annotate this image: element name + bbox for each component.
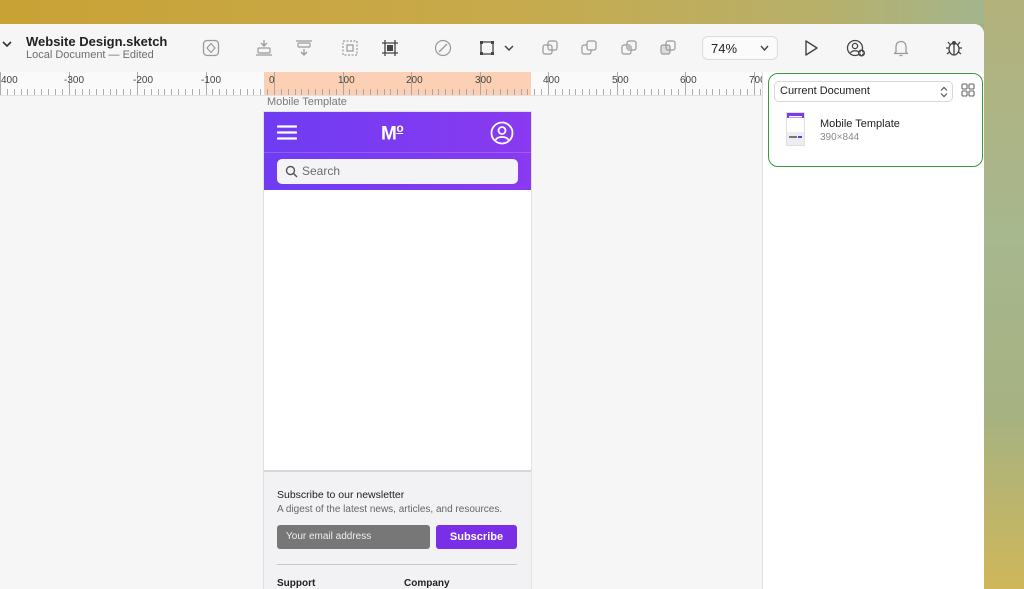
hamburger-menu-icon[interactable] bbox=[277, 125, 297, 140]
subtract-icon[interactable] bbox=[579, 38, 599, 58]
inspector-sidebar: Current Document Mobile Template 390×844 bbox=[762, 72, 984, 589]
add-collaborator-icon[interactable] bbox=[846, 38, 866, 58]
union-icon[interactable] bbox=[540, 38, 560, 58]
template-size: 390×844 bbox=[820, 132, 860, 143]
document-select-value: Current Document bbox=[780, 85, 870, 97]
ruler-label: -300 bbox=[64, 75, 84, 86]
footer-col-company: Company bbox=[404, 578, 450, 589]
ruler-label: 700 bbox=[749, 75, 762, 86]
email-field[interactable]: Your email address bbox=[277, 525, 430, 549]
ruler-label: 600 bbox=[680, 75, 697, 86]
grid-view-icon[interactable] bbox=[961, 83, 975, 97]
newsletter-description: A digest of the latest news, articles, a… bbox=[277, 504, 503, 515]
document-select[interactable]: Current Document bbox=[774, 81, 953, 102]
ruler-label: 200 bbox=[406, 75, 423, 86]
ruler-label: -200 bbox=[133, 75, 153, 86]
ruler-label: 100 bbox=[338, 75, 355, 86]
template-picker: Current Document Mobile Template 390×844 bbox=[768, 73, 983, 167]
zoom-select[interactable]: 74% bbox=[702, 36, 778, 60]
ruler-label: -100 bbox=[201, 75, 221, 86]
ruler-label: 0 bbox=[269, 75, 275, 86]
intersect-icon[interactable] bbox=[619, 38, 639, 58]
chevron-down-icon bbox=[760, 45, 769, 52]
horizontal-ruler: 400 -300 -200 -100 0 100 200 300 400 500… bbox=[0, 72, 762, 96]
mobile-footer: Subscribe to our newsletter A digest of … bbox=[264, 470, 531, 589]
zoom-value: 74% bbox=[711, 41, 738, 56]
difference-icon[interactable] bbox=[658, 38, 678, 58]
align-icon[interactable] bbox=[254, 38, 274, 58]
search-icon bbox=[285, 165, 298, 178]
account-icon[interactable] bbox=[490, 121, 514, 145]
notifications-icon[interactable] bbox=[891, 38, 911, 58]
ruler-label: 300 bbox=[475, 75, 492, 86]
document-title[interactable]: Website Design.sketch bbox=[26, 34, 167, 49]
desktop-background-top bbox=[0, 0, 1024, 24]
template-thumbnail-icon[interactable] bbox=[786, 112, 805, 146]
artboard-label[interactable]: Mobile Template bbox=[267, 96, 347, 108]
ruler-label: 400 bbox=[1, 75, 18, 86]
subscribe-button[interactable]: Subscribe bbox=[436, 525, 517, 549]
footer-divider bbox=[277, 564, 517, 565]
document-status: Local Document — Edited bbox=[26, 49, 154, 61]
toolbar: Website Design.sketch Local Document — E… bbox=[0, 24, 984, 72]
canvas[interactable]: Mobile Template Mo Search Subscribe to o… bbox=[0, 96, 762, 589]
search-placeholder: Search bbox=[302, 164, 341, 178]
chevron-down-icon[interactable] bbox=[499, 38, 519, 58]
edit-icon[interactable] bbox=[433, 38, 453, 58]
play-icon[interactable] bbox=[801, 38, 821, 58]
sketch-window: Website Design.sketch Local Document — E… bbox=[0, 24, 984, 589]
header-divider bbox=[264, 152, 531, 153]
logo: Mo bbox=[381, 121, 404, 145]
search-field[interactable]: Search bbox=[277, 159, 518, 184]
frame-icon[interactable] bbox=[380, 38, 400, 58]
ruler-label: 400 bbox=[543, 75, 560, 86]
template-name[interactable]: Mobile Template bbox=[820, 118, 900, 130]
footer-col-support: Support bbox=[277, 578, 316, 589]
chevron-updown-icon bbox=[940, 86, 948, 98]
insert-icon[interactable] bbox=[201, 38, 221, 58]
email-placeholder: Your email address bbox=[286, 531, 372, 542]
mobile-header: Mo Search bbox=[264, 112, 531, 190]
group-icon[interactable] bbox=[340, 38, 360, 58]
bug-icon[interactable] bbox=[944, 38, 964, 58]
chevron-down-icon[interactable] bbox=[2, 39, 12, 49]
desktop-background-right bbox=[984, 0, 1024, 589]
mask-icon[interactable] bbox=[478, 38, 498, 58]
ruler-label: 500 bbox=[612, 75, 629, 86]
newsletter-title: Subscribe to our newsletter bbox=[277, 489, 405, 501]
ruler-ticks: 400 -300 -200 -100 0 100 200 300 400 500… bbox=[0, 72, 762, 95]
distribute-icon[interactable] bbox=[294, 38, 314, 58]
artboard-mobile-template[interactable]: Mo Search Subscribe to our newsletter A … bbox=[264, 112, 531, 589]
